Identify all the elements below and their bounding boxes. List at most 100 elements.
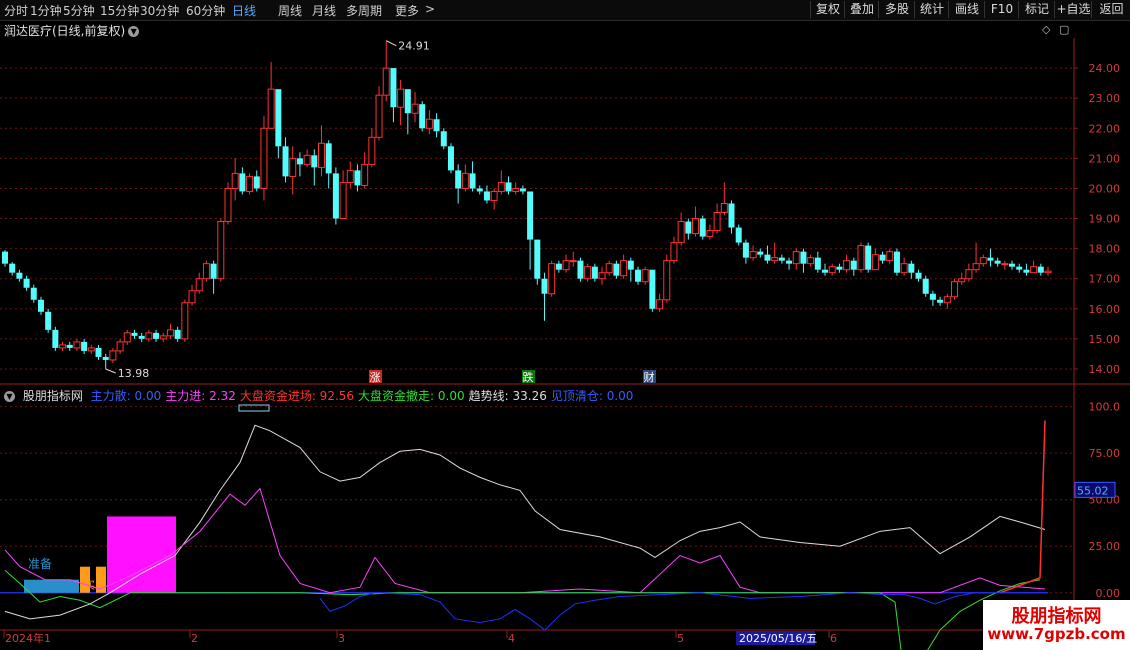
legend-item-4: 趋势线: 33.26 <box>468 389 547 403</box>
watermark-logo: 股朋指标网 www.7gpzb.com <box>983 600 1130 650</box>
candle-body-down <box>440 131 447 147</box>
candle-body-down <box>893 251 900 273</box>
candle-body-down <box>519 188 526 192</box>
candle-body-up <box>116 341 124 352</box>
big-money-in-line <box>999 420 1046 594</box>
candle-body-up <box>656 299 664 310</box>
candle-body-down <box>699 218 706 237</box>
candle-body-up <box>584 266 592 280</box>
candle-body-up <box>166 329 174 337</box>
price-tick-label: 15.00 <box>1089 333 1121 346</box>
candle-body-down <box>937 299 944 303</box>
candle-body-down <box>404 89 411 114</box>
candle-body-down <box>555 263 562 270</box>
candle-body-down <box>613 263 620 276</box>
legend-item-0: 主力散: 0.00 <box>90 389 162 403</box>
marker-fall: 跌 <box>523 370 534 384</box>
date-tick-label: 6 <box>830 632 837 645</box>
date-tick-label: 2 <box>191 632 198 645</box>
candle-body-down <box>505 182 512 192</box>
high-price-label: 24.91 <box>398 40 430 53</box>
candle-body-up <box>497 181 505 192</box>
price-tick-label: 23.00 <box>1089 92 1121 105</box>
candle-body-down <box>9 263 16 273</box>
candle-body-up <box>397 88 405 108</box>
candle-body-up <box>749 251 757 259</box>
candle-body-down <box>591 266 598 279</box>
candle-body-down <box>469 173 476 189</box>
candle-body-up <box>706 230 714 238</box>
candle-body-down <box>325 143 332 174</box>
candle-body-up <box>181 302 189 340</box>
candle-body-down <box>311 155 318 168</box>
candle-body-up <box>828 266 836 274</box>
ready-label: 准备 <box>28 557 52 571</box>
candle-body-down <box>786 260 793 264</box>
candle-body-up <box>195 278 203 292</box>
candle-body-up <box>1044 270 1052 274</box>
candle-body-up <box>965 269 973 280</box>
candle-body-up <box>123 332 131 343</box>
candle-body-up <box>950 281 958 298</box>
candle-body-down <box>455 170 462 189</box>
candle-body-up <box>713 212 721 232</box>
candle-body-down <box>814 257 821 270</box>
candle-body-up <box>958 278 966 283</box>
candle-body-down <box>483 191 490 201</box>
low-pointer <box>105 368 116 374</box>
candle-body-up <box>188 290 196 304</box>
candle-body-up <box>202 263 210 280</box>
candle-body-up <box>605 263 613 274</box>
legend-item-5: 见顶清仓: 0.00 <box>550 389 634 403</box>
candle-body-down <box>153 332 160 339</box>
candle-body-up <box>87 347 95 352</box>
candle-body-up <box>943 296 951 304</box>
candle-body-down <box>16 272 23 279</box>
candle-body-up <box>670 242 678 262</box>
candle-body-down <box>836 266 843 270</box>
cursor-date-label: 2025/05/16/五 <box>739 632 817 645</box>
candle-body-down <box>778 257 785 261</box>
legend-item-2: 大盘资金进场: 92.56 <box>239 389 355 403</box>
candle-body-down <box>239 173 246 192</box>
price-tick-label: 14.00 <box>1089 363 1121 376</box>
candle-body-down <box>915 272 922 279</box>
candle-body-down <box>95 347 102 357</box>
candle-body-up <box>303 154 311 165</box>
candle-body-up <box>720 202 728 214</box>
candle-body-down <box>994 260 1001 264</box>
candle-body-up <box>411 103 419 114</box>
candle-body-down <box>800 251 807 264</box>
candle-body-down <box>627 260 634 270</box>
candle-body-down <box>735 227 742 243</box>
candle-body-down <box>296 158 303 165</box>
candle-body-up <box>289 157 297 177</box>
candle-body-up <box>972 263 980 271</box>
candle-body-down <box>1037 266 1044 273</box>
candle-body-up <box>857 245 865 271</box>
candle-body-down <box>728 203 735 228</box>
candle-body-down <box>102 356 109 360</box>
candle-body-up <box>382 67 390 96</box>
date-tick-label: 5 <box>677 632 684 645</box>
candle-body-down <box>685 221 692 234</box>
candle-body-down <box>822 269 829 273</box>
legend-item-1: 主力进: 2.32 <box>165 389 236 403</box>
price-tick-label: 18.00 <box>1089 243 1121 256</box>
price-tick-label: 22.00 <box>1089 122 1121 135</box>
candle-body-down <box>210 263 217 279</box>
candle-body-down <box>447 146 454 171</box>
price-tick-label: 16.00 <box>1089 303 1121 316</box>
candle-body-up <box>109 350 117 361</box>
candle-body-down <box>390 68 397 108</box>
candle-body-down <box>23 278 30 288</box>
price-tick-label: 19.00 <box>1089 213 1121 226</box>
chevron-down-icon[interactable]: ▼ <box>4 391 15 402</box>
candle-body-up <box>425 118 433 129</box>
candle-body-up <box>562 260 570 271</box>
chart-canvas[interactable]: 24.0023.0022.0021.0020.0019.0018.0017.00… <box>0 0 1130 650</box>
low-price-label: 13.98 <box>118 367 150 380</box>
candle-body-down <box>45 311 52 330</box>
candle-body-down <box>1009 263 1016 267</box>
candle-body-down <box>541 278 548 294</box>
